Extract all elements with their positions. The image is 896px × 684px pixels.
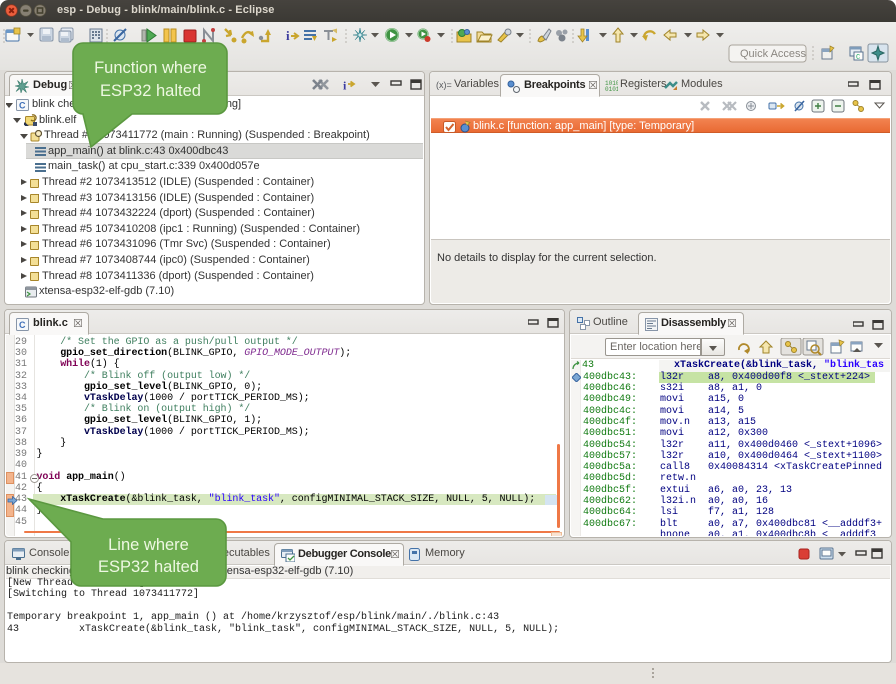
svg-text:C: C <box>19 320 26 330</box>
svg-text:i: i <box>343 79 347 93</box>
svg-text:C: C <box>856 54 860 62</box>
svg-text:i: i <box>286 28 290 43</box>
svg-text:(x)=: (x)= <box>436 80 452 90</box>
svg-text:Quick Access: Quick Access <box>740 48 807 60</box>
svg-text:0101: 0101 <box>605 86 618 92</box>
